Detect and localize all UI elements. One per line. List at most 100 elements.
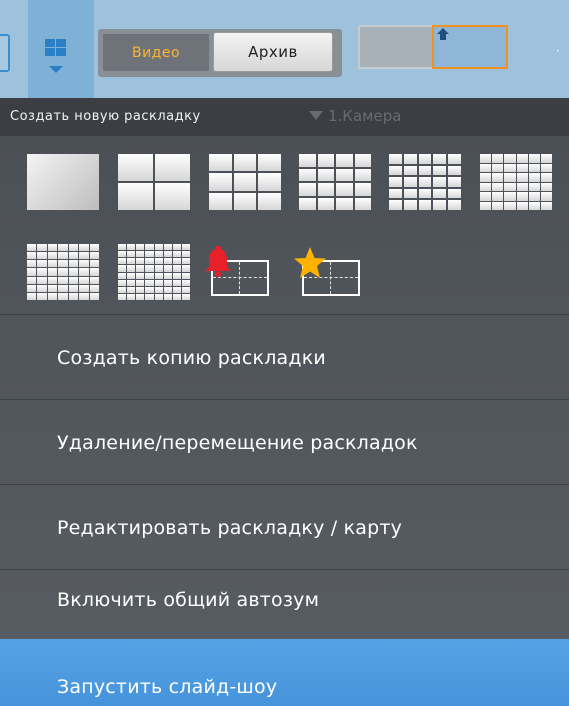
layout-cell xyxy=(154,244,163,251)
left-panel-edge[interactable] xyxy=(0,34,10,72)
layout-cell xyxy=(163,293,172,300)
layout-cell xyxy=(47,284,58,292)
layout-cell xyxy=(163,251,172,258)
layout-cell xyxy=(418,165,432,176)
menu-item-start-slideshow[interactable]: Запустить слайд-шоу xyxy=(0,639,569,706)
layout-cell xyxy=(68,244,79,252)
layout-cell xyxy=(154,251,163,258)
menu-item-label: Включить общий автозум xyxy=(57,589,320,611)
layout-cell xyxy=(37,276,47,284)
layout-cell xyxy=(299,154,316,167)
layout-template-favorites[interactable] xyxy=(290,244,362,300)
layout-cell xyxy=(79,244,89,252)
layout-template-1x1[interactable] xyxy=(27,154,99,210)
layout-cell xyxy=(418,188,432,199)
layout-template-5x5[interactable] xyxy=(389,154,461,210)
layout-cell xyxy=(504,173,516,182)
menu-item-copy-layout[interactable]: Создать копию раскладки xyxy=(0,315,569,399)
more-icon[interactable]: · xyxy=(556,44,560,58)
layout-cell xyxy=(163,265,172,272)
layout-cell xyxy=(492,173,504,182)
layout-cell xyxy=(89,292,99,300)
layouts-menu-button[interactable] xyxy=(28,0,94,98)
menu-item-delete-move-layouts[interactable]: Удаление/перемещение раскладок xyxy=(0,400,569,484)
layout-cell xyxy=(79,284,89,292)
layout-cell xyxy=(181,286,190,293)
layout-cell xyxy=(528,192,540,201)
layout-cell xyxy=(492,192,504,201)
layout-cell xyxy=(68,268,79,276)
tab-video[interactable]: Видео xyxy=(103,34,209,71)
layout-cell xyxy=(540,182,552,191)
layout-cell xyxy=(403,200,417,210)
layout-cell xyxy=(127,265,136,272)
grid-layout-icon xyxy=(45,39,66,57)
layout-template-3x3[interactable] xyxy=(209,154,281,210)
layout-cell xyxy=(172,279,181,286)
layout-cell xyxy=(127,258,136,265)
layout-cell xyxy=(258,192,281,210)
layout-cell xyxy=(89,244,99,252)
layouts-dropdown-menu: Создать новую раскладку 1.Камера Создать… xyxy=(0,98,569,706)
layout-cell xyxy=(68,252,79,260)
layout-cell xyxy=(336,197,353,210)
menu-item-autozoom[interactable]: Включить общий автозум xyxy=(0,557,569,641)
layout-template-alarm[interactable] xyxy=(199,244,271,300)
layout-cell xyxy=(528,154,540,163)
layout-cell xyxy=(172,244,181,251)
layout-cell xyxy=(516,163,528,172)
layout-cell xyxy=(172,293,181,300)
layout-cell xyxy=(516,154,528,163)
layout-cell xyxy=(145,244,154,251)
layout-cell xyxy=(317,197,334,210)
layout-cell xyxy=(37,252,47,260)
layout-cell xyxy=(136,244,145,251)
layout-cell xyxy=(118,251,127,258)
layout-cell xyxy=(79,268,89,276)
layout-cell xyxy=(181,244,190,251)
preview-cell[interactable] xyxy=(358,25,434,69)
layout-cell xyxy=(68,284,79,292)
layout-cell xyxy=(403,154,417,164)
layout-template-6x6[interactable] xyxy=(480,154,552,210)
layout-cell xyxy=(258,173,281,191)
layout-template-8x8[interactable] xyxy=(118,244,190,300)
layout-preview[interactable] xyxy=(358,25,508,69)
layout-template-4x4[interactable] xyxy=(299,154,371,210)
layout-cell xyxy=(181,251,190,258)
layout-cell xyxy=(504,163,516,172)
layout-cell xyxy=(504,192,516,201)
layout-cell xyxy=(79,276,89,284)
layout-cell xyxy=(209,173,232,191)
layout-cell xyxy=(145,265,154,272)
layout-cell xyxy=(516,201,528,210)
layout-cell xyxy=(389,200,402,210)
layout-cell xyxy=(181,272,190,279)
layout-cell xyxy=(27,292,37,300)
layout-cell xyxy=(118,279,127,286)
layout-cell xyxy=(317,154,334,167)
layout-cell xyxy=(154,272,163,279)
layout-cell xyxy=(403,165,417,176)
layout-cell xyxy=(448,165,461,176)
triangle-down-icon xyxy=(309,111,323,120)
layout-cell xyxy=(58,276,68,284)
layout-cell xyxy=(154,293,163,300)
menu-header-label: Создать новую раскладку xyxy=(10,109,201,124)
layout-cell xyxy=(27,268,37,276)
layout-cell xyxy=(127,251,136,258)
layout-cell xyxy=(163,272,172,279)
layout-cell xyxy=(118,286,127,293)
tab-archive[interactable]: Архив xyxy=(213,32,333,72)
layout-template-7x7[interactable] xyxy=(27,244,99,300)
layout-cell xyxy=(516,182,528,191)
layout-cell xyxy=(433,188,447,199)
layout-cell xyxy=(136,286,145,293)
top-toolbar: Видео Архив · xyxy=(0,0,569,98)
layout-cell xyxy=(127,286,136,293)
layout-cell xyxy=(516,192,528,201)
layout-cell xyxy=(145,251,154,258)
layout-cell xyxy=(118,258,127,265)
layout-template-2x2[interactable] xyxy=(118,154,190,210)
layout-cell xyxy=(389,154,402,164)
